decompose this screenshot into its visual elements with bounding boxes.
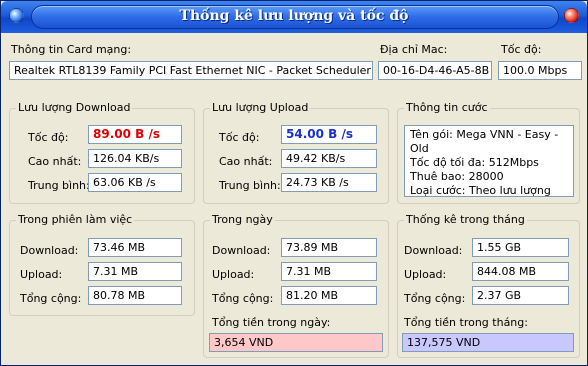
upload-group-title: Lưu lượng Upload [210, 101, 311, 114]
download-max-field[interactable]: 126.04 KB/s [88, 149, 182, 168]
stats-window: Thống kê lưu lượng và tốc độ Thông tin C… [0, 0, 588, 366]
upload-avg-label: Trung bình: [219, 179, 281, 192]
upload-speed-field[interactable]: 54.00 B /s [281, 125, 377, 144]
month-money-field[interactable]: 137,575 VND [402, 333, 574, 352]
upload-speed-label: Tốc độ: [219, 131, 260, 144]
month-upload-field[interactable]: 844.08 MB [472, 262, 569, 281]
day-money-label: Tổng tiền trong ngày: [212, 316, 331, 329]
download-speed-field[interactable]: 89.00 B /s [88, 125, 182, 144]
download-avg-field[interactable]: 63.06 KB /s [88, 173, 182, 192]
link-speed-field[interactable]: 100.0 Mbps [498, 61, 582, 80]
close-icon[interactable] [564, 8, 579, 23]
download-group-title: Lưu lượng Download [16, 101, 133, 114]
app-icon[interactable] [9, 8, 24, 23]
mac-field[interactable]: 00-16-D4-46-A5-8B [378, 61, 492, 80]
plan-group-title: Thông tin cước [404, 101, 490, 114]
window-title: Thống kê lưu lượng và tốc độ [179, 8, 409, 24]
session-upload-label: Upload: [20, 268, 63, 281]
download-avg-label: Trung bình: [28, 179, 90, 192]
card-label: Thông tin Card mạng: [11, 43, 132, 56]
day-total-label: Tổng cộng: [212, 292, 274, 305]
download-max-label: Cao nhất: [28, 155, 82, 168]
day-download-field[interactable]: 73.89 MB [281, 238, 377, 257]
month-group-title: Thống kê trong tháng [404, 213, 527, 226]
month-total-field[interactable]: 2.37 GB [472, 286, 569, 305]
session-download-field[interactable]: 73.46 MB [88, 238, 182, 257]
upload-max-field[interactable]: 49.42 KB/s [281, 149, 377, 168]
session-upload-field[interactable]: 7.31 MB [88, 262, 182, 281]
day-download-label: Download: [212, 244, 271, 257]
plan-billing-type: Loại cước: Theo lưu lượng [410, 184, 551, 197]
session-download-label: Download: [20, 244, 79, 257]
upload-avg-field[interactable]: 24.73 KB /s [281, 173, 377, 192]
day-group-title: Trong ngày [210, 213, 275, 226]
month-download-field[interactable]: 1.55 GB [472, 238, 569, 257]
month-total-label: Tổng cộng: [404, 292, 466, 305]
speed-label: Tốc độ: [501, 43, 542, 56]
card-name-field[interactable]: Realtek RTL8139 Family PCI Fast Ethernet… [9, 61, 373, 80]
day-upload-field[interactable]: 7.31 MB [281, 262, 377, 281]
day-money-field[interactable]: 3,654 VND [209, 333, 383, 352]
mac-label: Địa chỉ Mac: [380, 43, 448, 56]
day-upload-label: Upload: [212, 268, 255, 281]
session-total-field[interactable]: 80.78 MB [88, 286, 182, 305]
plan-info-box[interactable]: Tên gói: Mega VNN - Easy - Old Tốc độ tố… [404, 125, 574, 197]
title-bar[interactable]: Thống kê lưu lượng và tốc độ [1, 1, 587, 33]
plan-max-speed: Tốc độ tối đa: 512Mbps [410, 156, 539, 169]
session-total-label: Tổng cộng: [20, 292, 82, 305]
session-group-title: Trong phiên làm việc [16, 213, 135, 226]
month-download-label: Download: [404, 244, 463, 257]
plan-subscription: Thuê bao: 28000 [410, 170, 504, 183]
day-total-field[interactable]: 81.20 MB [281, 286, 377, 305]
plan-package: Tên gói: Mega VNN - Easy - Old [410, 128, 559, 155]
month-money-label: Tổng tiền trong tháng: [404, 316, 528, 329]
upload-max-label: Cao nhất: [219, 155, 273, 168]
month-upload-label: Upload: [404, 268, 447, 281]
download-speed-label: Tốc độ: [28, 131, 69, 144]
